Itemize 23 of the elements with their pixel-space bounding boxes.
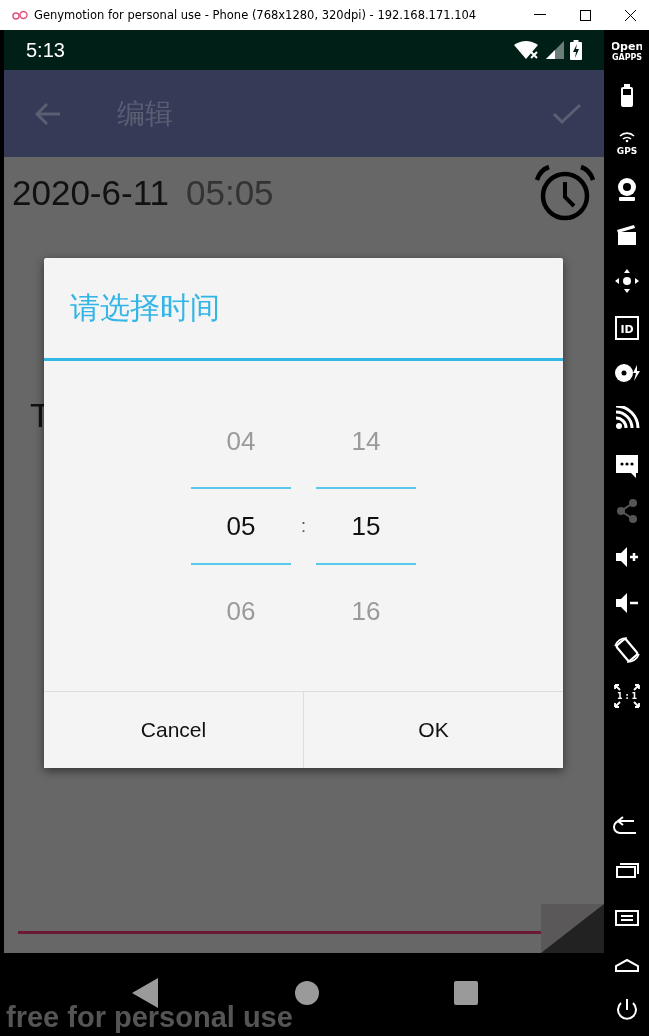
signal-icon xyxy=(546,41,564,59)
corner-fold-icon xyxy=(541,904,604,953)
minimize-icon[interactable] xyxy=(534,14,546,16)
recent-apps-icon[interactable] xyxy=(454,980,478,1005)
ok-button[interactable]: OK xyxy=(303,692,563,768)
selected-value[interactable]: 15 xyxy=(316,487,416,565)
maximize-icon[interactable] xyxy=(580,9,591,21)
alarm-clock-icon[interactable] xyxy=(534,164,596,222)
close-icon[interactable] xyxy=(625,9,636,21)
home-icon[interactable] xyxy=(295,980,319,1005)
overlay-text: free for personal use xyxy=(6,1001,293,1034)
wifi-off-icon xyxy=(514,41,540,59)
app-logo-icon xyxy=(12,10,28,20)
time-separator: : xyxy=(300,515,307,537)
dialog-title: 请选择时间 xyxy=(69,288,221,327)
open-gapps-logo[interactable]: Open GAPPS xyxy=(611,38,642,66)
check-icon[interactable] xyxy=(552,102,582,125)
battery-charging-icon xyxy=(570,40,582,60)
cancel-button[interactable]: Cancel xyxy=(44,692,303,768)
clock-time: 5:13 xyxy=(26,38,65,62)
window-title: Genymotion for personal use - Phone (768x1280, 320dpi) - 192.168.171.104 xyxy=(34,8,477,22)
selected-value[interactable]: 05 xyxy=(191,487,291,565)
rotate-phone-icon[interactable] xyxy=(611,636,642,664)
